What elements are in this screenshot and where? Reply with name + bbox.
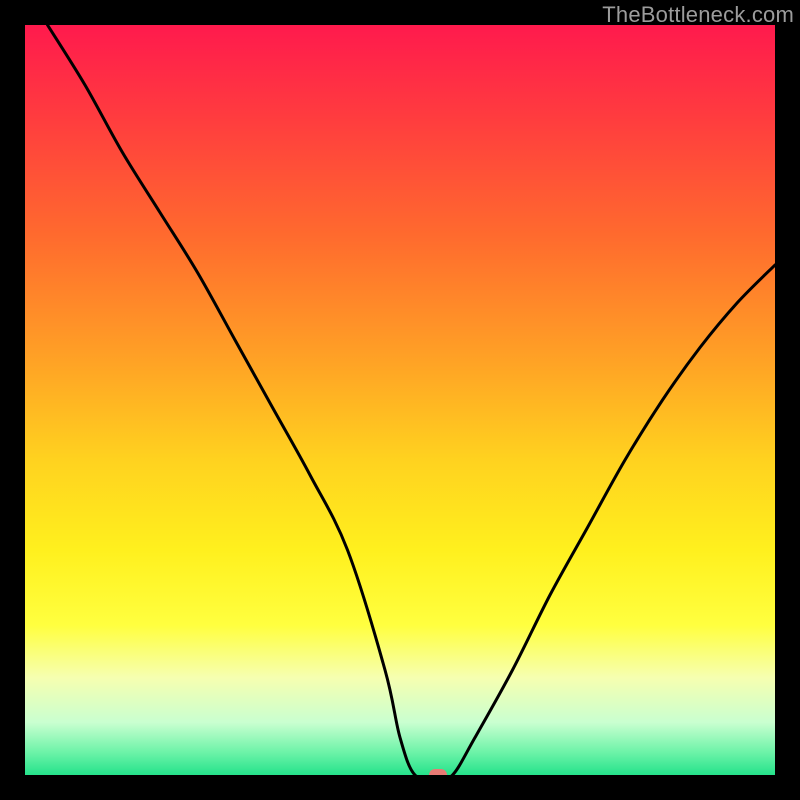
plot-area <box>25 25 775 775</box>
chart-svg <box>25 25 775 775</box>
optimal-point-marker <box>429 769 447 775</box>
chart-frame: TheBottleneck.com <box>0 0 800 800</box>
